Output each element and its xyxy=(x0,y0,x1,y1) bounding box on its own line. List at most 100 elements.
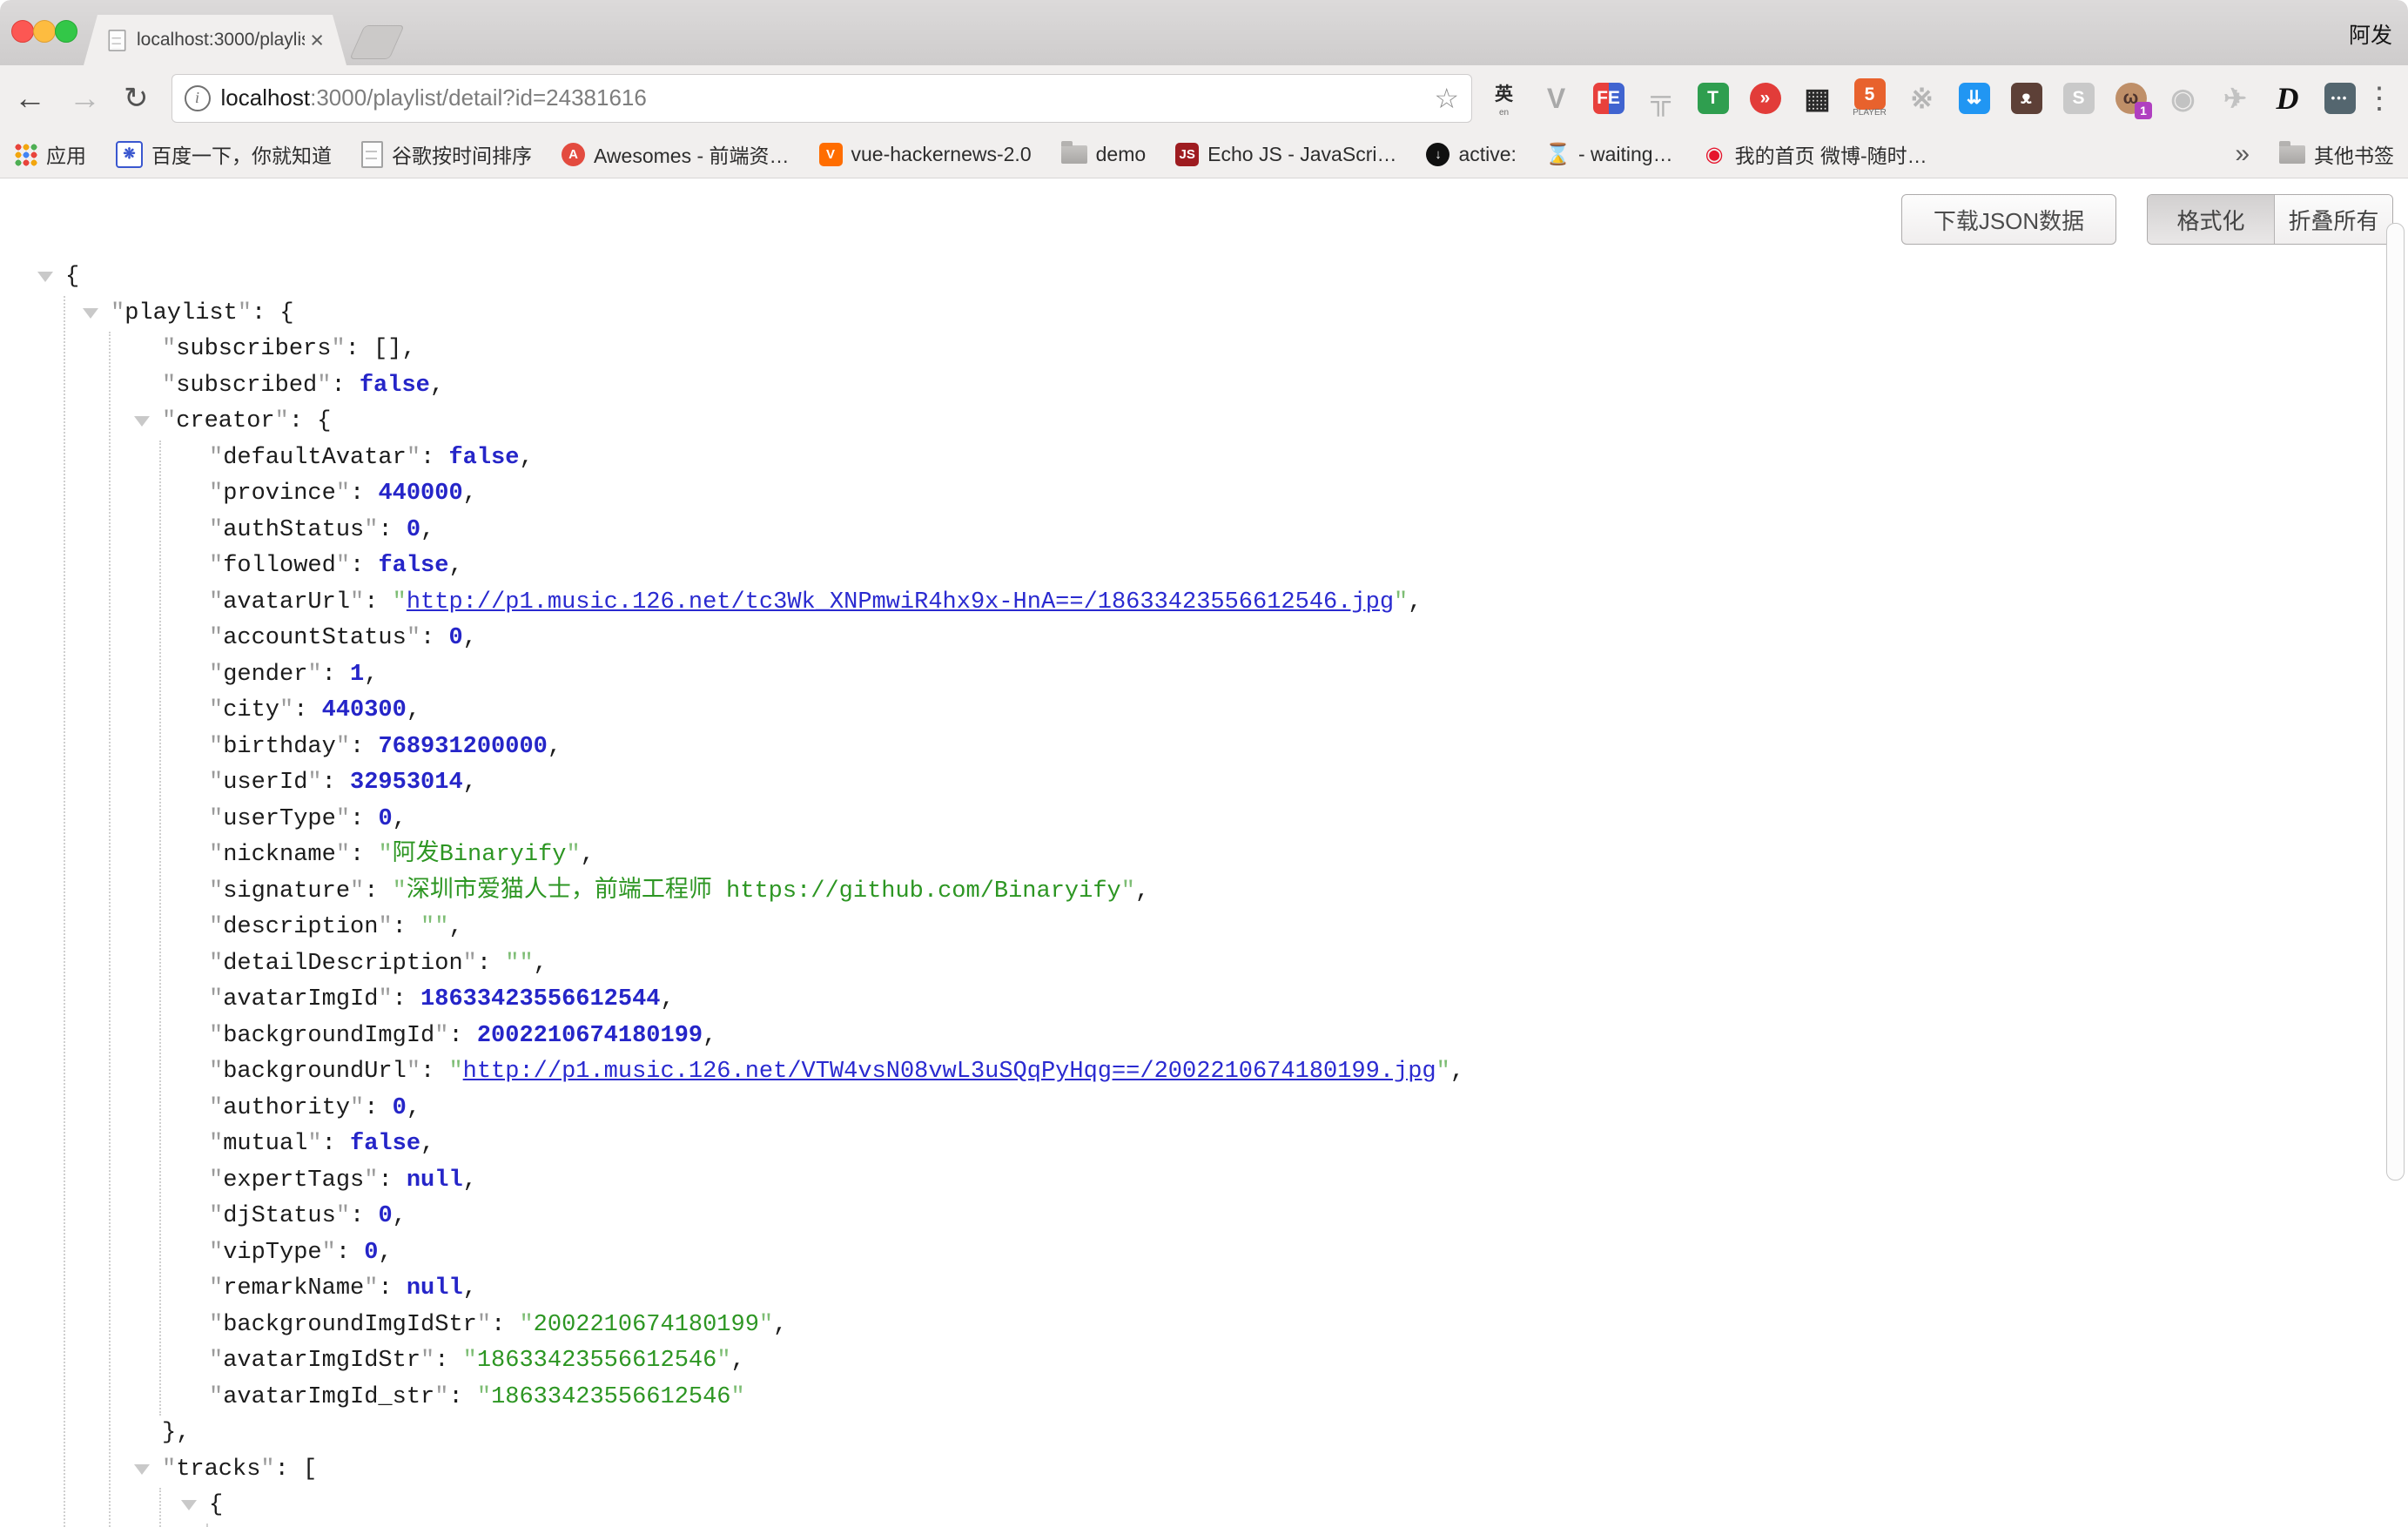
json-token: " xyxy=(716,1348,730,1374)
fe-icon[interactable]: FE xyxy=(1592,83,1624,114)
json-token: " xyxy=(162,408,176,434)
s-letter-icon[interactable]: S xyxy=(2062,83,2095,114)
bookmark-google-sort[interactable]: 谷歌按时间排序 xyxy=(361,139,532,169)
bookmark-vue-hackernews-label: vue-hackernews-2.0 xyxy=(851,143,1032,166)
json-token: " xyxy=(350,878,364,905)
bookmark-echojs-label: Echo JS - JavaScri… xyxy=(1207,143,1396,166)
json-line: "signature": "深圳市爱猫人士，前端工程师 https://gith… xyxy=(0,874,2408,911)
json-token: , xyxy=(463,481,477,507)
weibo-gray-icon[interactable]: ◉ xyxy=(2167,83,2199,114)
html5-player-icon[interactable]: 5PLAYER xyxy=(1853,78,1886,118)
paw-icon[interactable]: ※ xyxy=(1906,83,1938,114)
bookmark-weibo-home-icon: ◉ xyxy=(1703,143,1726,166)
json-line: "detailDescription": "", xyxy=(0,946,2408,983)
back-button[interactable]: ← xyxy=(14,82,46,114)
bookmark-demo-folder[interactable]: demo xyxy=(1061,143,1147,166)
browser-menu-button[interactable]: ⋮ xyxy=(2364,81,2394,116)
bookmarks-overflow-chevron[interactable]: » xyxy=(2235,139,2250,169)
format-button[interactable]: 格式化 xyxy=(2148,195,2274,244)
minimize-window-button[interactable] xyxy=(33,20,56,43)
devdocs-d-icon[interactable]: D xyxy=(2271,83,2304,114)
json-token: : xyxy=(364,589,392,616)
json-line: "city": 440300, xyxy=(0,693,2408,730)
json-token: " xyxy=(279,697,293,723)
json-token: : xyxy=(378,517,406,543)
json-token: subscribers xyxy=(176,336,331,362)
json-token: " xyxy=(209,1059,223,1085)
collapse-triangle-icon[interactable] xyxy=(83,308,98,319)
json-url-link[interactable]: http://p1.music.126.net/VTW4vsN08vwL3uSQ… xyxy=(463,1059,1436,1085)
forward-button: → xyxy=(69,82,101,114)
new-tab-button[interactable] xyxy=(349,25,404,59)
other-bookmarks-button[interactable]: 其他书签 xyxy=(2279,139,2394,169)
json-token: , xyxy=(463,770,477,796)
json-token: vipType xyxy=(223,1240,321,1266)
json-token: 440300 xyxy=(322,697,407,723)
tab-close-icon[interactable]: × xyxy=(310,29,324,52)
bookmark-waiting[interactable]: ⌛- waiting… xyxy=(1546,143,1673,166)
json-token: : xyxy=(322,662,350,688)
vue-icon[interactable]: V xyxy=(1540,83,1572,114)
close-window-button[interactable] xyxy=(11,20,34,43)
json-url-link[interactable]: http://p1.music.126.net/tc3Wk_XNPmwiR4hx… xyxy=(407,589,1394,616)
json-token: " xyxy=(209,625,223,651)
json-token: " xyxy=(1394,589,1408,616)
password-dots-icon[interactable]: ••• xyxy=(2324,83,2356,114)
collapse-triangle-icon[interactable] xyxy=(181,1500,197,1510)
json-token: , xyxy=(519,445,533,471)
json-token: " xyxy=(364,1167,378,1194)
json-token: " xyxy=(209,1131,223,1157)
json-token: 0 xyxy=(378,806,392,832)
bookmark-baidu[interactable]: ❋百度一下，你就知道 xyxy=(116,139,332,169)
bookmark-weibo-home[interactable]: ◉我的首页 微博-随时… xyxy=(1703,139,1927,169)
json-token: " xyxy=(434,1023,448,1049)
json-token: " xyxy=(364,1275,378,1302)
bookmark-demo-folder-label: demo xyxy=(1096,143,1147,166)
bookmark-star-icon[interactable]: ☆ xyxy=(1434,82,1459,115)
mask-icon[interactable]: ᴥ xyxy=(2010,83,2042,114)
vue-icon-glyph: V xyxy=(1541,83,1572,114)
json-token: null xyxy=(407,1167,463,1194)
json-token: { xyxy=(65,264,79,290)
collapse-all-button[interactable]: 折叠所有 xyxy=(2274,195,2392,244)
browser-tab[interactable]: localhost:3000/playlist/detail? × xyxy=(84,15,346,65)
json-token: , xyxy=(548,734,562,760)
json-token: : xyxy=(378,1167,406,1194)
page-actions: 下载JSON数据 格式化 折叠所有 xyxy=(1901,194,2393,245)
url-text[interactable]: localhost:3000/playlist/detail?id=243816… xyxy=(221,84,1435,111)
collapse-triangle-icon[interactable] xyxy=(134,1464,150,1475)
json-line: { xyxy=(0,259,2408,296)
video-download-icon-glyph: ⇊ xyxy=(1959,83,1990,114)
reload-button[interactable]: ↻ xyxy=(124,84,149,113)
bookmark-active[interactable]: ↓active: xyxy=(1426,143,1516,166)
bookmark-awesomes[interactable]: AAwesomes - 前端资… xyxy=(562,139,790,169)
json-token: expertTags xyxy=(223,1167,364,1194)
collapse-triangle-icon[interactable] xyxy=(134,416,150,427)
json-token: " xyxy=(209,914,223,940)
bookmark-apps[interactable]: 应用 xyxy=(14,139,86,169)
tampermonkey-shield-icon[interactable]: T xyxy=(1697,83,1729,114)
json-token: " xyxy=(209,842,223,868)
json-token: , xyxy=(430,373,444,399)
json-token: " xyxy=(378,914,392,940)
json-token: , xyxy=(364,662,378,688)
bookmark-vue-hackernews[interactable]: Vvue-hackernews-2.0 xyxy=(819,143,1032,166)
json-line: "backgroundImgId": 2002210674180199, xyxy=(0,1019,2408,1055)
json-token: signature xyxy=(223,878,350,905)
monkey-icon[interactable]: ω1 xyxy=(2115,83,2147,114)
address-bar[interactable]: i localhost:3000/playlist/detail?id=2438… xyxy=(172,74,1473,123)
qrcode-icon[interactable]: ▦ xyxy=(1801,83,1833,114)
collapse-triangle-icon[interactable] xyxy=(37,272,53,282)
page-info-icon[interactable]: i xyxy=(185,85,211,111)
json-token: , xyxy=(1135,878,1149,905)
scrollbar-thumb[interactable] xyxy=(2386,223,2405,1181)
download-json-button[interactable]: 下载JSON数据 xyxy=(1901,194,2116,245)
json-line: "userType": 0, xyxy=(0,802,2408,838)
translate-icon[interactable]: 英en xyxy=(1488,78,1520,118)
video-download-icon[interactable]: ⇊ xyxy=(1958,83,1990,114)
hummingbird-icon[interactable]: ✈ xyxy=(2219,83,2251,114)
sitemap-icon[interactable]: ╦ xyxy=(1645,83,1677,114)
zoom-window-button[interactable] xyxy=(55,20,77,43)
bookmark-echojs[interactable]: JSEcho JS - JavaScri… xyxy=(1175,143,1396,166)
fast-forward-icon[interactable]: » xyxy=(1749,83,1781,114)
